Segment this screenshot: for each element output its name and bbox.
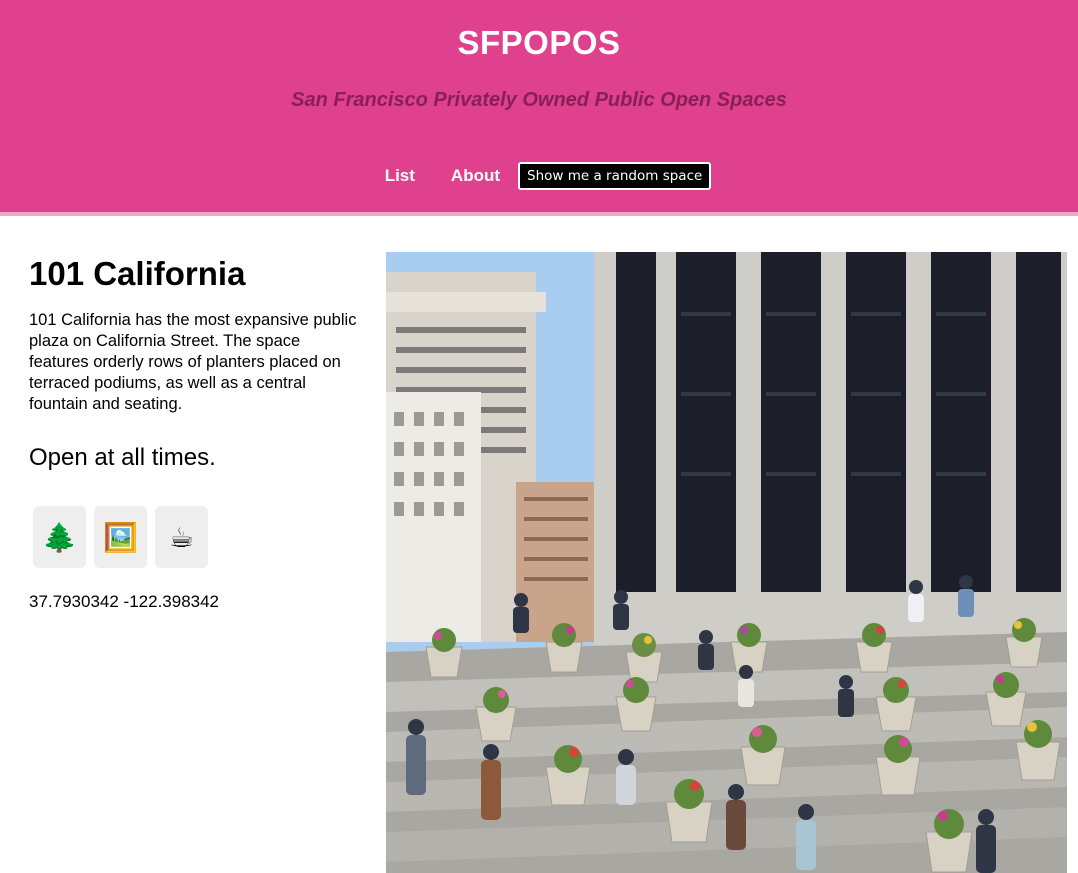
- site-subtitle: San Francisco Privately Owned Public Ope…: [291, 89, 787, 111]
- plaza-photo: [386, 252, 1067, 873]
- framed-picture-icon[interactable]: 🖼️: [94, 506, 147, 568]
- site-title[interactable]: SFPOPOS: [0, 24, 1078, 62]
- main-nav: List About Show me a random space: [0, 162, 1078, 192]
- space-hours: Open at all times.: [29, 444, 216, 471]
- amenities-list: 🌲 🖼️ ☕: [33, 506, 359, 568]
- header-divider: [0, 212, 1078, 216]
- space-title: 101 California: [29, 255, 246, 292]
- tree-icon[interactable]: 🌲: [33, 506, 86, 568]
- space-description: 101 California has the most expansive pu…: [29, 311, 357, 413]
- nav-about-link[interactable]: About: [433, 162, 518, 190]
- coffee-icon[interactable]: ☕: [155, 506, 208, 568]
- site-header: SFPOPOS San Francisco Privately Owned Pu…: [0, 0, 1078, 212]
- space-details: 101 California 101 California has the mo…: [29, 252, 359, 612]
- nav-list-link[interactable]: List: [367, 162, 433, 190]
- random-space-button[interactable]: Show me a random space: [518, 162, 712, 190]
- coordinates: 37.7930342 -122.398342: [29, 592, 220, 611]
